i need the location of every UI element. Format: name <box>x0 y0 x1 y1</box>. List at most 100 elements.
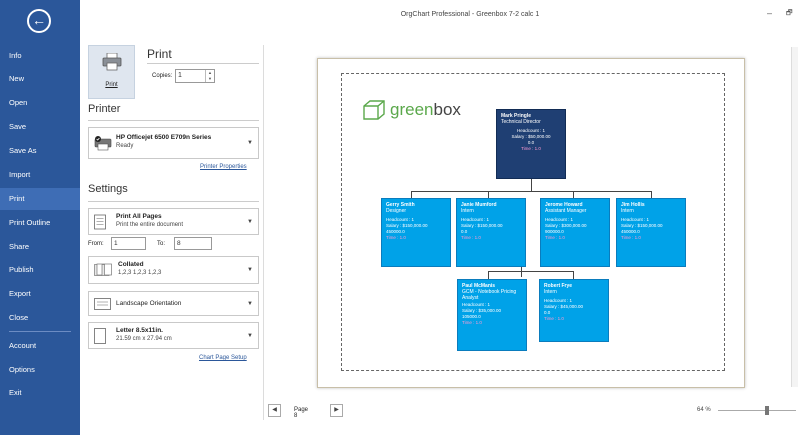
print-heading: Print <box>147 47 172 61</box>
org-node-jim-hollis[interactable]: Jim Hollis Intern Headcount : 1 Salary :… <box>616 198 686 267</box>
backstage-nav: ← Info New Open Save Save As Import Prin… <box>0 0 80 435</box>
nav-item-publish[interactable]: Publish <box>0 259 80 281</box>
node-time: Time : 1.0 <box>521 146 541 151</box>
print-button-label: Print <box>105 82 118 88</box>
chevron-down-icon: ▼ <box>247 218 253 225</box>
pages-select[interactable]: Print All Pages Print the entire documen… <box>88 208 259 235</box>
node-time: Time : 1.0 <box>386 235 406 240</box>
node-time: Time : 1.0 <box>461 235 481 240</box>
restore-button[interactable]: 🗗 <box>786 9 793 20</box>
backstage-view: ← Info New Open Save Save As Import Prin… <box>0 0 798 435</box>
org-node-jerome-howard[interactable]: Jerome Howard Assistant Manager Headcoun… <box>540 198 610 267</box>
page-number-label: Page 8 <box>294 407 309 419</box>
logo-text-dark: box <box>433 100 461 119</box>
to-label: To: <box>157 241 166 247</box>
nav-item-share[interactable]: Share <box>0 236 80 258</box>
pages-main: Print All Pages <box>116 213 162 220</box>
nav-item-save[interactable]: Save <box>0 116 80 138</box>
spin-arrows-icon[interactable]: ▲ ▼ <box>205 70 214 82</box>
printer-ready-icon <box>94 136 112 151</box>
to-field[interactable]: 8 <box>174 237 212 250</box>
chevron-down-icon: ▼ <box>247 300 253 307</box>
nav-item-account[interactable]: Account <box>0 335 80 357</box>
zoom-level: 64 % <box>697 407 711 413</box>
collate-main: Collated <box>118 261 144 268</box>
nav-item-options[interactable]: Options <box>0 359 80 381</box>
copies-stepper[interactable]: 1 ▲ ▼ <box>175 69 215 83</box>
nav-item-exit[interactable]: Exit <box>0 382 80 404</box>
connector-line <box>521 267 522 277</box>
printer-status: Ready <box>116 143 134 149</box>
printer-heading: Printer <box>88 103 121 115</box>
org-node-janie-mumford[interactable]: Janie Mumford Intern Headcount : 1 Salar… <box>456 198 526 267</box>
back-button[interactable]: ← <box>27 9 51 33</box>
connector-line <box>573 271 574 279</box>
chevron-down-icon: ▼ <box>247 140 253 146</box>
connector-line <box>573 191 574 198</box>
caret-right-icon: ▶ <box>334 407 339 413</box>
landscape-page-icon <box>94 297 111 310</box>
zoom-slider-thumb[interactable] <box>765 406 769 415</box>
connector-line <box>488 271 574 272</box>
chart-page-setup-link[interactable]: Chart Page Setup <box>199 355 247 361</box>
arrow-left-circle-icon: ← <box>32 12 46 28</box>
printer-name: HP Officejet 6500 E709n Series <box>116 134 212 141</box>
from-label: From: <box>88 241 104 247</box>
printer-properties-link[interactable]: Printer Properties <box>200 164 247 170</box>
connector-line <box>651 191 652 198</box>
node-title: Intern <box>461 208 474 214</box>
collate-select[interactable]: Collated 1,2,3 1,2,3 1,2,3 ▼ <box>88 256 259 284</box>
nav-item-save-as[interactable]: Save As <box>0 140 80 162</box>
panel-divider <box>263 45 264 420</box>
node-title: Designer <box>386 208 407 214</box>
side-scroll-strip[interactable] <box>791 47 798 387</box>
nav-item-import[interactable]: Import <box>0 164 80 186</box>
org-node-robert-frye[interactable]: Robert Frye Intern Headcount : 1 Salary … <box>539 279 609 342</box>
from-field[interactable]: 1 <box>111 237 146 250</box>
next-page-button[interactable]: ▶ <box>330 404 343 417</box>
nav-item-info[interactable]: Info <box>0 45 80 67</box>
copies-label: Copies: <box>152 73 173 79</box>
nav-item-close[interactable]: Close <box>0 307 80 329</box>
printer-select[interactable]: HP Officejet 6500 E709n Series Ready ▼ <box>88 127 259 159</box>
nav-item-export[interactable]: Export <box>0 283 80 305</box>
minimize-button[interactable]: – <box>767 8 772 18</box>
logo-text-green: green <box>390 100 434 119</box>
printer-divider <box>88 120 259 121</box>
nav-item-new[interactable]: New <box>0 68 80 90</box>
zoom-slider[interactable] <box>718 410 796 411</box>
nav-item-print[interactable]: Print <box>0 188 80 210</box>
paper-sub: 21.59 cm x 27.94 cm <box>116 336 172 342</box>
settings-heading: Settings <box>88 183 128 195</box>
print-preview-page: greenbox Mark Pringle Technical Director… <box>317 58 745 388</box>
greenbox-logo: greenbox <box>362 99 472 121</box>
node-time: Time : 1.0 <box>544 316 564 321</box>
org-node-paul-mcmanis[interactable]: Paul McManis GCM - Notebook Pricing Anal… <box>457 279 527 351</box>
node-title: Intern <box>544 289 557 295</box>
org-node-mark-pringle[interactable]: Mark Pringle Technical Director Headcoun… <box>496 109 566 179</box>
previous-page-button[interactable]: ◀ <box>268 404 281 417</box>
caret-left-icon: ◀ <box>272 407 277 413</box>
pages-sub: Print the entire document <box>116 222 184 228</box>
node-time: Time : 1.0 <box>462 320 482 325</box>
print-divider <box>147 63 259 64</box>
cube-logo-icon <box>363 100 385 120</box>
paper-icon <box>94 327 106 344</box>
nav-item-open[interactable]: Open <box>0 92 80 114</box>
org-node-gerry-smith[interactable]: Gerry Smith Designer Headcount : 1 Salar… <box>381 198 451 267</box>
chevron-down-icon: ▼ <box>247 267 253 273</box>
node-time: Time : 1.0 <box>545 235 565 240</box>
print-button[interactable]: Print <box>88 45 135 99</box>
orientation-main: Landscape Orientation <box>116 300 182 307</box>
copies-value: 1 <box>178 72 182 79</box>
printer-icon <box>102 53 122 71</box>
pages-icon <box>94 214 106 229</box>
orientation-select[interactable]: Landscape Orientation ▼ <box>88 291 259 316</box>
collate-sub: 1,2,3 1,2,3 1,2,3 <box>118 270 162 276</box>
nav-separator <box>9 331 71 332</box>
connector-line <box>411 191 412 198</box>
nav-item-print-outline[interactable]: Print Outline <box>0 212 80 234</box>
node-title: Assistant Manager <box>545 208 587 214</box>
settings-divider <box>88 201 259 202</box>
paper-size-select[interactable]: Letter 8.5x11in. 21.59 cm x 27.94 cm ▼ <box>88 322 259 349</box>
